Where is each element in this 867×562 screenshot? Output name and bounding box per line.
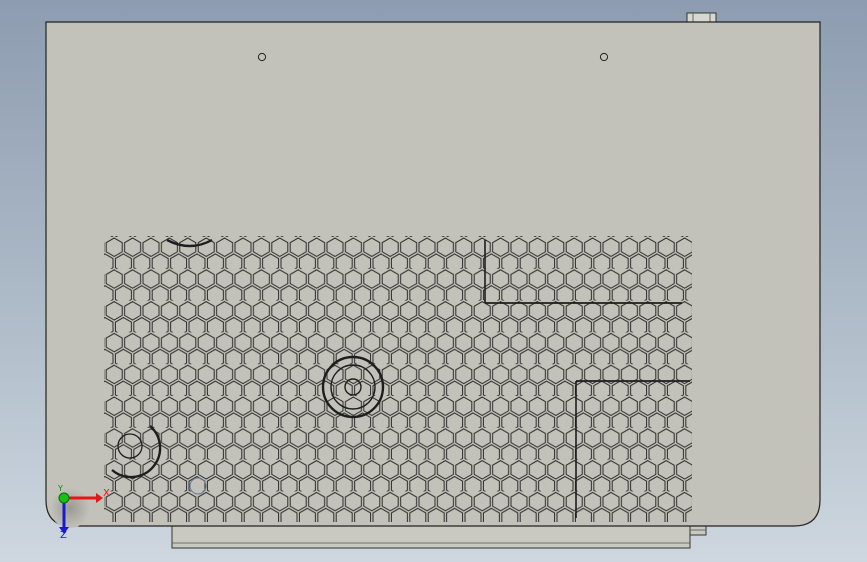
axis-y-label: Y	[58, 484, 63, 493]
axis-z-label: Z	[60, 530, 67, 541]
part-model-view[interactable]	[0, 0, 867, 562]
cad-viewport[interactable]: X Y Z	[0, 0, 867, 562]
hex-vent-grille	[104, 236, 692, 522]
mounting-hole-left	[257, 52, 267, 62]
axis-x-label: X	[103, 488, 110, 499]
mounting-hole-right	[599, 52, 609, 62]
origin-marker-shade	[50, 488, 90, 528]
